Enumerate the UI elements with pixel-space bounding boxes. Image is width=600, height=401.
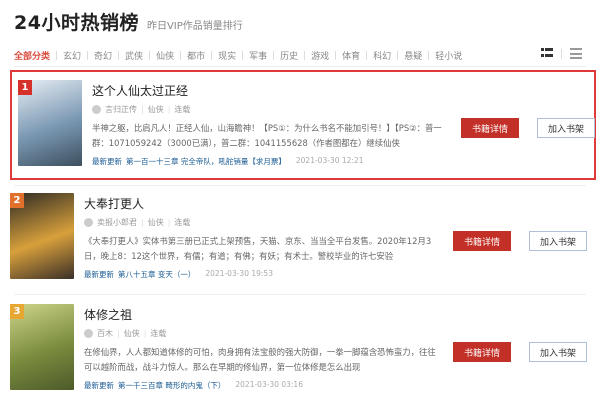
category-filter-0[interactable]: 全部分类 (14, 49, 50, 62)
rank-badge: 3 (10, 304, 24, 319)
category-separator (211, 50, 213, 60)
meta-separator: | (141, 218, 144, 227)
update-time: 2021-03-30 12:21 (295, 156, 364, 165)
book-title[interactable]: 这个人仙太过正经 (92, 82, 452, 98)
add-to-shelf-button[interactable]: 加入书架 (529, 342, 587, 362)
book-status: 连载 (174, 105, 191, 114)
latest-chapter-link[interactable]: 第一百一十三章 完全帝队，吼舵销量【求月票】 (126, 156, 286, 167)
book-info: 这个人仙太过正经 言归正传 | 仙侠 | 连载 半神之躯，比肩凡人！正经人仙，山… (92, 82, 452, 167)
view-toggle (541, 48, 582, 59)
book-genre[interactable]: 仙侠 (124, 328, 140, 339)
category-list: 全部分类 玄幻 奇幻 武侠 仙侠 都市 现实 军事 历史 游戏 体育 科幻 悬疑 轻小说 (14, 49, 462, 62)
category-filter-5[interactable]: 都市 (187, 49, 205, 62)
category-separator (366, 50, 368, 60)
category-separator (180, 50, 182, 60)
category-separator (273, 50, 275, 60)
book-description: 《大奉打更人》实体书第三册已正式上架预售，天猫、京东、当当全平台发售。2020年… (84, 236, 432, 261)
category-separator (428, 50, 430, 60)
book-update: 最新更新 第一百一十三章 完全帝队，吼舵销量【求月票】 2021-03-30 1… (92, 156, 452, 167)
update-time: 2021-03-30 19:53 (205, 269, 273, 278)
page-header: 24小时热销榜 昨日VIP作品销量排行 (14, 8, 243, 36)
author-avatar-icon (84, 329, 93, 338)
book-genre[interactable]: 仙侠 (148, 104, 164, 115)
book-meta: 言归正传 | 仙侠 | 连载 (92, 104, 452, 115)
book-detail-button[interactable]: 书籍详情 (453, 231, 511, 251)
category-filter-1[interactable]: 玄幻 (63, 49, 81, 62)
divider (14, 185, 586, 186)
book-meta: 卖报小郎君 | 仙侠 | 连载 (84, 217, 444, 228)
category-filter-7[interactable]: 军事 (249, 49, 267, 62)
book-author[interactable]: 卖报小郎君 (97, 217, 137, 228)
category-separator (304, 50, 306, 60)
meta-separator: | (167, 218, 171, 227)
category-filter-10[interactable]: 体育 (342, 49, 360, 62)
page-title: 24小时热销榜 (14, 12, 139, 34)
update-label: 最新更新 (84, 270, 114, 279)
book-item: 2 大奉打更人 卖报小郎君 | 仙侠 | 连载 《大奉打更人》实体书第三册已正式… (10, 191, 596, 289)
category-separator (397, 50, 399, 60)
category-filter-3[interactable]: 武侠 (125, 49, 143, 62)
category-filter-11[interactable]: 科幻 (373, 49, 391, 62)
author-avatar-icon (84, 218, 93, 227)
category-separator (149, 50, 151, 60)
divider (561, 48, 562, 59)
book-title[interactable]: 体修之祖 (84, 306, 444, 322)
meta-separator: | (117, 329, 120, 338)
category-filter-6[interactable]: 现实 (218, 49, 236, 62)
category-filter-8[interactable]: 历史 (280, 49, 298, 62)
book-status: 连载 (150, 329, 167, 338)
book-author[interactable]: 百木 (97, 328, 113, 339)
book-status: 连载 (174, 218, 191, 227)
meta-separator: | (167, 105, 171, 114)
book-detail-button[interactable]: 书籍详情 (461, 118, 519, 138)
add-to-shelf-button[interactable]: 加入书架 (529, 231, 587, 251)
category-filter-4[interactable]: 仙侠 (156, 49, 174, 62)
rank-badge: 2 (10, 193, 24, 208)
category-separator (56, 50, 58, 60)
book-title[interactable]: 大奉打更人 (84, 195, 444, 211)
add-to-shelf-button[interactable]: 加入书架 (537, 118, 595, 138)
rank-badge: 1 (18, 80, 32, 95)
book-item: 3 体修之祖 百木 | 仙侠 | 连载 在修仙界，人人都知道体修的可怕，肉身拥有… (10, 302, 596, 400)
category-filter-13[interactable]: 轻小说 (435, 49, 462, 62)
divider (14, 66, 586, 67)
category-separator (118, 50, 120, 60)
update-time: 2021-03-30 03:16 (235, 380, 303, 389)
book-detail-button[interactable]: 书籍详情 (453, 342, 511, 362)
category-filter-12[interactable]: 悬疑 (404, 49, 422, 62)
book-description: 半神之躯，比肩凡人！正经人仙，山海瞻神！【PS①：为什么书名不能加引号！】【PS… (92, 123, 442, 148)
category-separator (87, 50, 89, 60)
update-label: 最新更新 (92, 157, 122, 166)
divider (14, 294, 586, 295)
book-update: 最新更新 第八十五章 变天（一） 2021-03-30 19:53 (84, 269, 444, 280)
list-view-icon[interactable] (570, 48, 582, 59)
book-info: 大奉打更人 卖报小郎君 | 仙侠 | 连载 《大奉打更人》实体书第三册已正式上架… (84, 195, 444, 280)
book-author[interactable]: 言归正传 (105, 104, 137, 115)
category-separator (335, 50, 337, 60)
book-info: 体修之祖 百木 | 仙侠 | 连载 在修仙界，人人都知道体修的可怕，肉身拥有法宝… (84, 306, 444, 391)
meta-separator: | (141, 105, 144, 114)
author-avatar-icon (92, 105, 101, 114)
book-meta: 百木 | 仙侠 | 连载 (84, 328, 444, 339)
book-update: 最新更新 第一千三百章 畸形的内鬼（下） 2021-03-30 03:16 (84, 380, 444, 391)
latest-chapter-link[interactable]: 第八十五章 变天（一） (118, 269, 195, 280)
book-item: 1 这个人仙太过正经 言归正传 | 仙侠 | 连载 半神之躯，比肩凡人！正经人仙… (10, 70, 596, 180)
category-separator (242, 50, 244, 60)
page-subtitle: 昨日VIP作品销量排行 (146, 21, 243, 32)
book-description: 在修仙界，人人都知道体修的可怕，肉身拥有法宝般的强大防御，一拳一脚蕴含恐怖蛮力，… (84, 347, 436, 372)
latest-chapter-link[interactable]: 第一千三百章 畸形的内鬼（下） (118, 380, 225, 391)
category-filter-bar: 全部分类 玄幻 奇幻 武侠 仙侠 都市 现实 军事 历史 游戏 体育 科幻 悬疑 轻小说 (14, 44, 586, 66)
update-label: 最新更新 (84, 381, 114, 390)
book-genre[interactable]: 仙侠 (148, 217, 164, 228)
category-filter-9[interactable]: 游戏 (311, 49, 329, 62)
meta-separator: | (143, 329, 147, 338)
category-filter-2[interactable]: 奇幻 (94, 49, 112, 62)
grid-view-icon[interactable] (541, 48, 553, 59)
